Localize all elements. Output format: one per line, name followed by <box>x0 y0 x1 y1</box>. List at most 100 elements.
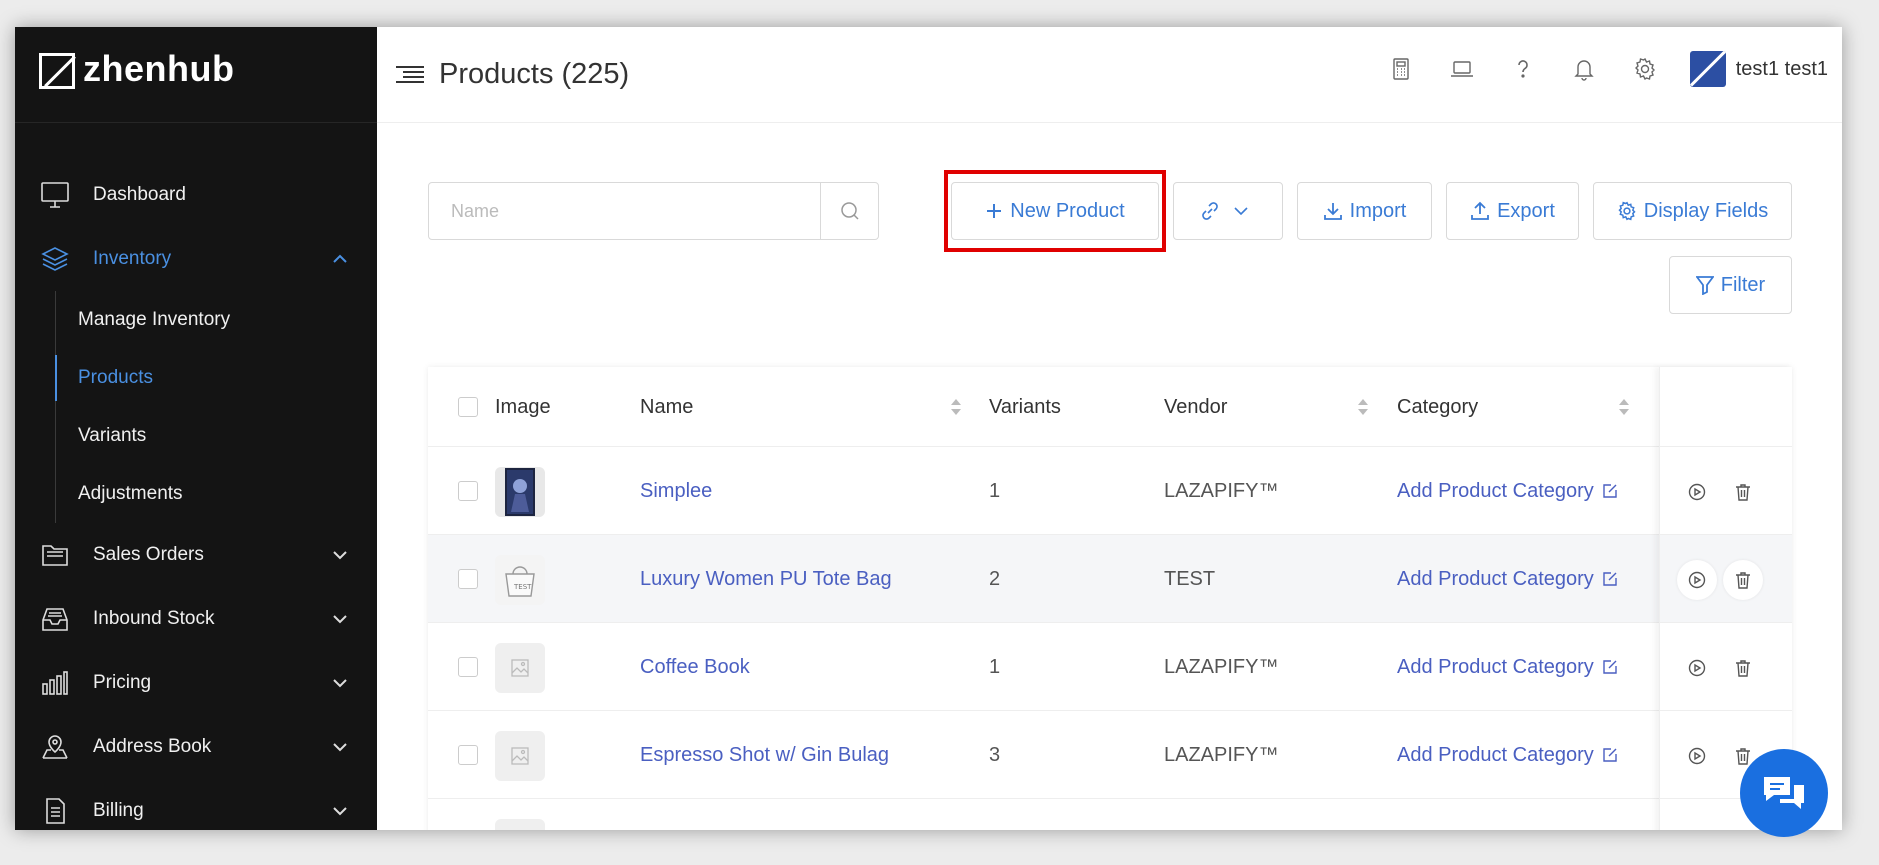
column-header-name[interactable]: Name <box>640 367 693 447</box>
top-actions: test1 test1 <box>1355 51 1828 87</box>
vendor-name: TEST <box>1164 567 1216 590</box>
add-category-label: Add Product Category <box>1397 567 1594 590</box>
edit-icon <box>1603 484 1617 498</box>
trash-icon <box>1736 484 1750 501</box>
trash-icon <box>1736 748 1750 765</box>
sort-icon[interactable] <box>1618 397 1630 417</box>
new-product-button[interactable]: New Product <box>951 182 1159 240</box>
inventory-submenu: Manage Inventory Products Variants Adjus… <box>15 291 377 523</box>
import-label: Import <box>1349 199 1407 222</box>
delete-button[interactable] <box>1723 472 1763 512</box>
search-button[interactable] <box>820 183 878 239</box>
product-name-link[interactable]: Luxury Women PU Tote Bag <box>640 535 892 623</box>
table-row[interactable]: Coffee Book 1 LAZAPIFY™ Add Product Cate… <box>428 623 1792 711</box>
sidebar-item-products[interactable]: Products <box>55 349 377 407</box>
help-icon[interactable] <box>1508 54 1538 84</box>
avatar[interactable] <box>1689 51 1726 87</box>
products-table: Image Name Variants Vendor Category Simp… <box>428 367 1792 830</box>
product-thumbnail <box>495 467 545 517</box>
add-category-label: Add Product Category <box>1397 655 1594 678</box>
export-button[interactable]: Export <box>1446 182 1579 240</box>
link-dropdown-button[interactable] <box>1173 182 1283 240</box>
search-box <box>428 182 879 240</box>
add-category-link[interactable]: Add Product Category <box>1397 447 1618 535</box>
row-checkbox[interactable] <box>458 657 478 677</box>
product-name-link[interactable]: Simplee <box>640 447 712 535</box>
row-checkbox[interactable] <box>458 569 478 589</box>
brand-name: zhenhub <box>83 47 235 89</box>
sidebar-item-variants[interactable]: Variants <box>78 407 377 465</box>
sidebar-item-label: Pricing <box>93 672 152 693</box>
sidebar-item-dashboard[interactable]: Dashboard <box>15 163 377 227</box>
trash-icon <box>1736 572 1750 589</box>
add-category-link[interactable]: Add Product Category <box>1397 711 1618 799</box>
menu-toggle-icon[interactable] <box>395 64 425 86</box>
table-row[interactable] <box>428 799 1792 830</box>
search-icon <box>840 202 859 220</box>
row-checkbox[interactable] <box>458 481 478 501</box>
select-all-checkbox[interactable] <box>458 397 478 417</box>
sidebar-item-manage-inventory[interactable]: Manage Inventory <box>78 291 377 349</box>
play-circle-icon <box>1688 483 1706 501</box>
view-button[interactable] <box>1677 648 1717 688</box>
sort-icon[interactable] <box>1357 397 1369 417</box>
edit-icon <box>1603 660 1617 674</box>
sidebar-item-sales-orders[interactable]: Sales Orders <box>15 523 377 587</box>
app-window: zhenhub Dashboard Inventory Manage Inven… <box>15 27 1842 830</box>
chevron-down-icon <box>1234 207 1248 216</box>
filter-button[interactable]: Filter <box>1669 256 1792 314</box>
sidebar-item-inventory[interactable]: Inventory <box>15 227 377 291</box>
add-category-link[interactable]: Add Product Category <box>1397 623 1618 711</box>
sidebar-item-address-book[interactable]: Address Book <box>15 715 377 779</box>
variants-count: 3 <box>989 743 1001 766</box>
column-header-category[interactable]: Category <box>1397 367 1478 447</box>
gear-icon[interactable] <box>1630 54 1660 84</box>
table-row[interactable]: TEST Luxury Women PU Tote Bag 2 TEST Add… <box>428 535 1792 623</box>
export-label: Export <box>1497 199 1555 222</box>
image-placeholder-icon <box>495 819 545 830</box>
chat-widget-button[interactable] <box>1740 749 1828 837</box>
user-name[interactable]: test1 test1 <box>1736 58 1828 81</box>
sidebar-item-pricing[interactable]: Pricing <box>15 651 377 715</box>
view-button[interactable] <box>1677 472 1717 512</box>
filter-label: Filter <box>1720 273 1766 296</box>
sidebar-item-billing[interactable]: Billing <box>15 779 377 830</box>
import-button[interactable]: Import <box>1297 182 1432 240</box>
brand-logo[interactable]: zhenhub <box>15 27 377 123</box>
sidebar-item-label: Sales Orders <box>93 544 204 565</box>
table-row[interactable]: Simplee 1 LAZAPIFY™ Add Product Category <box>428 447 1792 535</box>
bar-chart-icon <box>39 667 71 699</box>
layers-icon <box>39 243 71 275</box>
link-icon <box>1202 202 1218 220</box>
sort-icon[interactable] <box>950 397 962 417</box>
inbox-icon <box>39 603 71 635</box>
view-button[interactable] <box>1677 736 1717 776</box>
product-name-link[interactable]: Espresso Shot w/ Gin Bulag <box>640 711 889 799</box>
calculator-icon[interactable] <box>1386 54 1416 84</box>
monitor-icon <box>39 179 71 211</box>
image-placeholder-icon <box>495 643 545 693</box>
sidebar-item-adjustments[interactable]: Adjustments <box>78 465 377 523</box>
table-row[interactable]: Espresso Shot w/ Gin Bulag 3 LAZAPIFY™ A… <box>428 711 1792 799</box>
delete-button[interactable] <box>1723 648 1763 688</box>
map-pin-icon <box>39 731 71 763</box>
search-input[interactable] <box>429 183 820 239</box>
filter-icon <box>1695 276 1714 295</box>
delete-button[interactable] <box>1723 560 1763 600</box>
product-name-link[interactable]: Coffee Book <box>640 623 750 711</box>
chevron-down-icon <box>333 807 347 816</box>
view-button[interactable] <box>1677 560 1717 600</box>
column-header-image: Image <box>495 395 551 418</box>
variants-count: 2 <box>989 567 1001 590</box>
display-fields-button[interactable]: Display Fields <box>1593 182 1792 240</box>
column-header-vendor[interactable]: Vendor <box>1164 367 1227 447</box>
bell-icon[interactable] <box>1569 54 1599 84</box>
page-title: Products (225) <box>439 58 630 90</box>
laptop-icon[interactable] <box>1447 54 1477 84</box>
top-bar: Products (225) test1 test1 <box>377 27 1842 123</box>
image-placeholder-icon <box>495 731 545 781</box>
add-category-link[interactable]: Add Product Category <box>1397 535 1618 623</box>
sidebar-item-inbound-stock[interactable]: Inbound Stock <box>15 587 377 651</box>
row-checkbox[interactable] <box>458 745 478 765</box>
chat-icon <box>1764 777 1804 809</box>
